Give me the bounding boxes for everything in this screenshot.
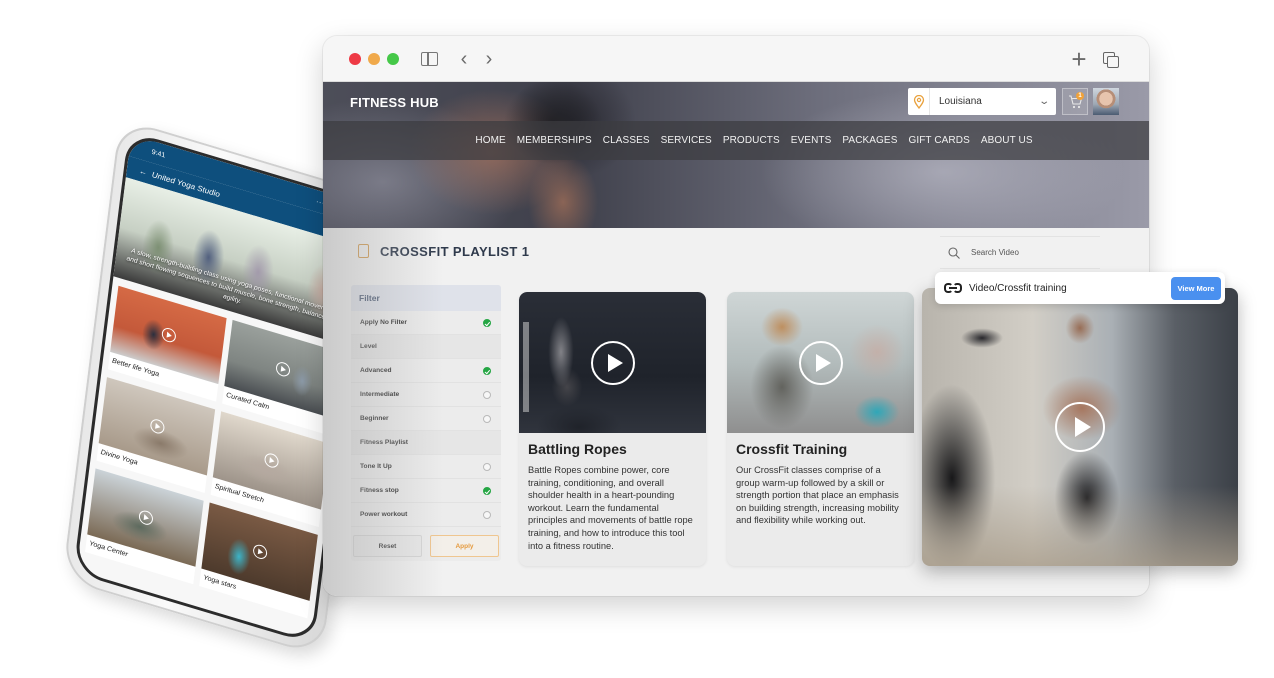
video-card[interactable]: Crossfit Training Our CrossFit classes c… [727, 292, 914, 566]
video-link-bar: Video/Crossfit training View More [935, 272, 1225, 304]
reset-button[interactable]: Reset [353, 535, 422, 557]
stage: 9:41 ..ıl ≋ ▬ ← United Yoga Studio ⚲ ⛛ A… [0, 0, 1274, 678]
video-card[interactable]: Battling Ropes Battle Ropes combine powe… [519, 292, 706, 566]
play-icon[interactable] [149, 417, 165, 436]
video-title[interactable]: Crossfit Training [727, 433, 914, 457]
filter-option-label: Tone It Up [360, 463, 392, 470]
filter-option-label: Apply No Filter [360, 319, 407, 326]
nav-events[interactable]: EVENTS [785, 135, 837, 146]
page-title: CROSSFIT PLAYLIST 1 [380, 244, 530, 259]
filter-option-power-workout[interactable]: Power workout [351, 503, 501, 527]
featured-video[interactable] [922, 288, 1238, 566]
check-circle-icon[interactable] [483, 487, 491, 495]
back-icon[interactable]: ‹ [457, 48, 471, 70]
browser-toolbar: ‹ › + [323, 36, 1149, 82]
filter-option-label: Advanced [360, 367, 392, 374]
radio-empty-icon[interactable] [483, 511, 491, 519]
nav-about-us[interactable]: ABOUT US [975, 135, 1038, 146]
video-description: Battle Ropes combine power, core trainin… [528, 465, 693, 551]
nav-memberships[interactable]: MEMBERSHIPS [511, 135, 597, 146]
filter-title: Filter [351, 285, 501, 311]
view-more-button[interactable]: View More [1171, 276, 1221, 300]
site-header: FITNESS HUB Louisiana ⌄ 1 HOME MEMBERSHI… [323, 82, 1149, 228]
user-avatar[interactable] [1093, 88, 1119, 115]
main-nav: HOME MEMBERSHIPS CLASSES SERVICES PRODUC… [323, 121, 1149, 160]
close-window-button[interactable] [349, 53, 361, 65]
radio-empty-icon[interactable] [483, 415, 491, 423]
filter-section-level: Level [351, 335, 501, 359]
cart-count-badge: 1 [1076, 92, 1084, 100]
play-icon[interactable] [251, 542, 268, 561]
playlist-icon [358, 244, 369, 258]
filter-option-intermediate[interactable]: Intermediate [351, 383, 501, 407]
filter-option-no-filter[interactable]: Apply No Filter [351, 311, 501, 335]
nav-packages[interactable]: PACKAGES [837, 135, 903, 146]
video-thumbnail [727, 292, 914, 433]
check-circle-icon[interactable] [483, 367, 491, 375]
site-logo[interactable]: FITNESS HUB [350, 95, 439, 110]
new-tab-icon[interactable]: + [1069, 46, 1089, 72]
search-video-input[interactable] [971, 248, 1081, 257]
back-arrow-icon[interactable]: ← [139, 166, 148, 177]
filter-option-fitness-stop[interactable]: Fitness stop [351, 479, 501, 503]
play-icon[interactable] [590, 340, 635, 385]
forward-icon[interactable]: › [482, 48, 496, 70]
filter-option-beginner[interactable]: Beginner [351, 407, 501, 431]
play-icon[interactable] [274, 360, 291, 379]
filter-actions: Reset Apply [351, 535, 501, 557]
play-icon[interactable] [160, 326, 177, 344]
video-thumbnail [519, 292, 706, 433]
filter-section-label: Level [360, 343, 377, 350]
chevron-down-icon: ⌄ [1037, 96, 1050, 107]
search-bar[interactable] [940, 236, 1100, 269]
nav-services[interactable]: SERVICES [655, 135, 717, 146]
filter-option-label: Power workout [360, 511, 408, 518]
nav-home[interactable]: HOME [470, 135, 511, 146]
nav-products[interactable]: PRODUCTS [717, 135, 785, 146]
play-icon[interactable] [798, 340, 843, 385]
video-link-path[interactable]: Video/Crossfit training [969, 283, 1171, 294]
minimize-window-button[interactable] [368, 53, 380, 65]
filter-option-advanced[interactable]: Advanced [351, 359, 501, 383]
play-icon[interactable] [137, 508, 154, 527]
link-icon [944, 283, 962, 293]
video-description: Our CrossFit classes comprise of a group… [736, 465, 899, 526]
filter-panel: Filter Apply No Filter Level Advanced In… [351, 285, 501, 561]
play-icon[interactable] [263, 451, 279, 470]
video-title[interactable]: Battling Ropes [519, 433, 706, 457]
tabs-overview-icon[interactable] [1103, 48, 1121, 70]
phone-time: 9:41 [151, 148, 166, 160]
radio-empty-icon[interactable] [483, 463, 491, 471]
sidebar-icon[interactable] [421, 48, 441, 70]
filter-section-label: Fitness Playlist [360, 439, 409, 446]
location-pin-icon [908, 88, 930, 115]
nav-gift-cards[interactable]: GIFT CARDS [903, 135, 975, 146]
filter-option-label: Intermediate [360, 391, 400, 398]
apply-button[interactable]: Apply [430, 535, 499, 557]
cart-button[interactable]: 1 [1062, 88, 1088, 115]
filter-option-tone-it-up[interactable]: Tone It Up [351, 455, 501, 479]
location-select[interactable]: Louisiana ⌄ [908, 88, 1056, 115]
filter-option-label: Fitness stop [360, 487, 399, 494]
location-value: Louisiana [939, 96, 982, 107]
filter-option-label: Beginner [360, 415, 389, 422]
maximize-window-button[interactable] [387, 53, 399, 65]
search-icon [948, 246, 960, 259]
play-icon[interactable] [1055, 402, 1105, 452]
filter-section-fitness-playlist: Fitness Playlist [351, 431, 501, 455]
radio-empty-icon[interactable] [483, 391, 491, 399]
nav-classes[interactable]: CLASSES [597, 135, 655, 146]
check-circle-icon[interactable] [483, 319, 491, 327]
